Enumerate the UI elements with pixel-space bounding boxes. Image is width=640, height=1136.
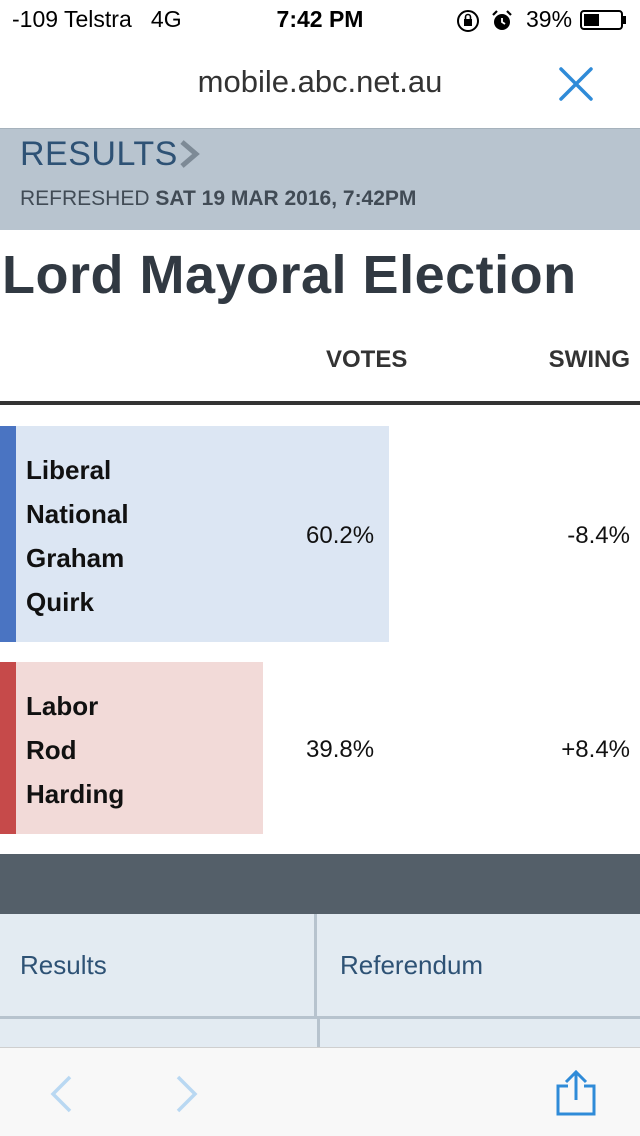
candidate-name: Liberal National Graham Quirk <box>26 448 129 624</box>
results-nav-grid: Results Referendum <box>0 914 640 1048</box>
battery-icon <box>580 10 626 30</box>
refreshed-time: SAT 19 MAR 2016, 7:42PM <box>155 187 417 210</box>
candidate-name-line: Quirk <box>26 587 94 617</box>
candidate-name-line: Graham <box>26 543 125 573</box>
candidate-name-line: Labor <box>26 691 99 721</box>
candidate-name-line: Rod <box>26 735 77 765</box>
candidate-row: Liberal National Graham Quirk 60.2% -8.4… <box>0 426 640 642</box>
url-text[interactable]: mobile.abc.net.au <box>0 64 640 100</box>
rotation-lock-icon <box>457 10 479 32</box>
nav-divider <box>0 1016 640 1019</box>
nav-item-results[interactable]: Results <box>0 914 317 1016</box>
party-color-bar <box>0 426 16 642</box>
candidate-name-line: National <box>26 499 129 529</box>
browser-toolbar <box>0 1047 640 1136</box>
candidate-swing: -8.4% <box>567 522 630 549</box>
column-header-swing: SWING <box>548 346 630 373</box>
nav-item-referendum[interactable]: Referendum <box>320 914 640 1016</box>
refreshed-label: REFRESHED <box>20 187 150 210</box>
forward-icon[interactable] <box>174 1074 200 1114</box>
results-header: RESULTS REFRESHED SAT 19 MAR 2016, 7:42P… <box>0 128 640 230</box>
nav-item-label[interactable]: Referendum <box>340 950 483 981</box>
close-icon[interactable] <box>558 66 594 102</box>
back-icon[interactable] <box>48 1074 74 1114</box>
nav-divider <box>317 1019 320 1048</box>
section-divider-band <box>0 854 640 914</box>
candidate-swing: +8.4% <box>561 736 630 763</box>
share-icon[interactable] <box>554 1070 598 1116</box>
party-color-bar <box>0 662 16 834</box>
page-title: Lord Mayoral Election <box>2 245 577 305</box>
refreshed-timestamp: REFRESHED SAT 19 MAR 2016, 7:42PM <box>20 187 416 211</box>
column-header-votes: VOTES <box>326 346 408 373</box>
chevron-right-icon[interactable] <box>178 139 202 169</box>
url-bar[interactable]: mobile.abc.net.au <box>0 40 640 128</box>
candidate-name-line: Liberal <box>26 455 112 485</box>
results-link[interactable]: RESULTS <box>20 135 178 174</box>
candidate-row: Labor Rod Harding 39.8% +8.4% <box>0 662 640 834</box>
header-divider <box>0 401 640 405</box>
nav-item-label[interactable]: Results <box>20 950 107 981</box>
alarm-icon <box>492 10 512 30</box>
candidate-name: Labor Rod Harding <box>26 684 124 816</box>
candidate-votes: 60.2% <box>306 522 375 549</box>
status-bar: -109 Telstra 4G 7:42 PM 39% <box>0 0 640 40</box>
candidate-name-line: Harding <box>26 779 125 809</box>
battery-percent: 39% <box>526 6 573 32</box>
candidate-votes: 39.8% <box>306 736 375 763</box>
